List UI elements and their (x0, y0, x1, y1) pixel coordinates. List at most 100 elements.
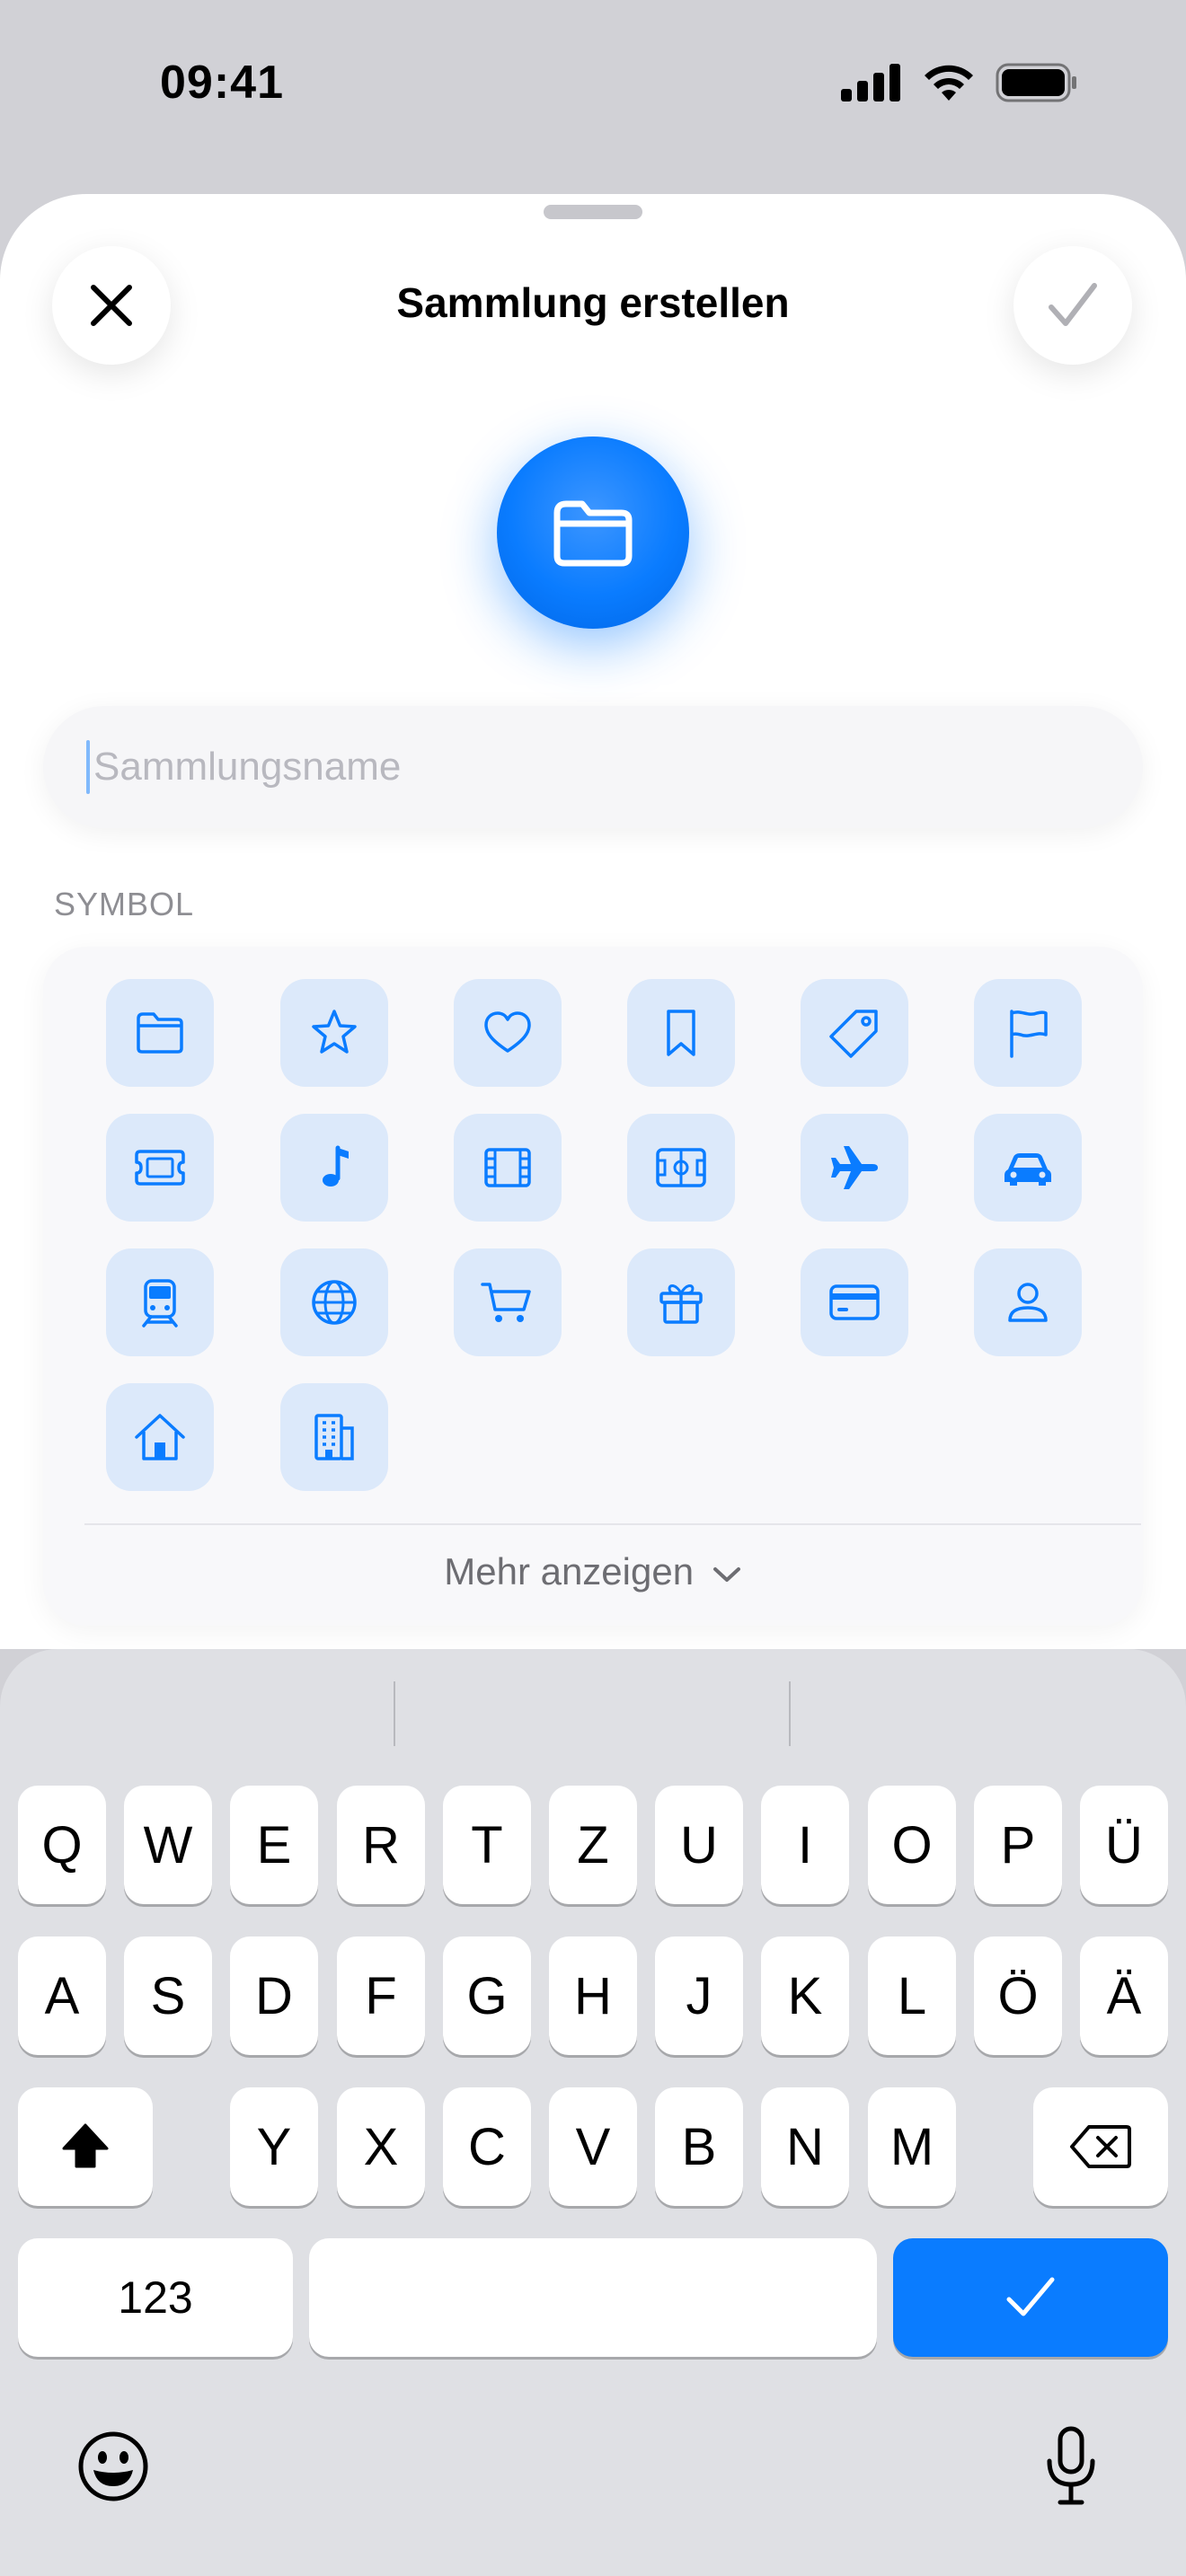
key-c[interactable]: C (443, 2087, 531, 2206)
symbol-tile-gift[interactable] (627, 1248, 735, 1356)
key-r[interactable]: R (337, 1786, 425, 1904)
done-key[interactable] (893, 2238, 1168, 2357)
folder-icon (137, 1012, 183, 1054)
delete-key[interactable] (1033, 2087, 1168, 2206)
collection-name-field[interactable] (43, 706, 1143, 828)
heart-icon (484, 1011, 531, 1053)
key-g[interactable]: G (443, 1936, 531, 2055)
key-u[interactable]: U (655, 1786, 743, 1904)
space-key[interactable] (309, 2238, 877, 2357)
chevron-down-icon (712, 1566, 740, 1582)
bookmark-icon (667, 1010, 695, 1056)
key-k[interactable]: K (761, 1936, 849, 2055)
status-time: 09:41 (160, 57, 284, 109)
delete-backward-icon (1070, 2125, 1131, 2168)
symbol-tile-film[interactable] (454, 1114, 562, 1222)
symbol-card-divider (84, 1523, 1141, 1525)
symbol-tile-bookmark[interactable] (627, 979, 735, 1087)
key-o[interactable]: O (868, 1786, 956, 1904)
symbol-tile-tram[interactable] (106, 1248, 214, 1356)
key-ue[interactable]: Ü (1080, 1786, 1168, 1904)
key-f[interactable]: F (337, 1936, 425, 2055)
credit-card-icon (829, 1284, 880, 1320)
shift-key[interactable] (18, 2087, 153, 2206)
person-icon (1008, 1283, 1048, 1322)
key-j[interactable]: J (655, 1936, 743, 2055)
ticket-icon (135, 1150, 185, 1186)
folder-icon (553, 500, 633, 567)
symbol-tile-globe[interactable] (280, 1248, 388, 1356)
key-w[interactable]: W (124, 1786, 212, 1904)
globe-icon (312, 1280, 357, 1325)
collection-icon-preview[interactable] (497, 437, 689, 629)
show-more-button[interactable]: Mehr anzeigen (0, 1550, 1186, 1593)
symbol-section-label: SYMBOL (54, 886, 195, 922)
flag-icon (1010, 1010, 1048, 1058)
checkmark-icon (1006, 2277, 1055, 2316)
symbol-tile-tag[interactable] (801, 979, 908, 1087)
symbol-tile-airplane[interactable] (801, 1114, 908, 1222)
shift-icon (62, 2123, 109, 2168)
soccer-field-icon (656, 1148, 706, 1187)
symbol-tile-car[interactable] (974, 1114, 1082, 1222)
cellular-signal-icon (841, 64, 900, 101)
key-d[interactable]: D (230, 1936, 318, 2055)
tram-icon (142, 1279, 178, 1328)
key-i[interactable]: I (761, 1786, 849, 1904)
status-icons (841, 63, 1078, 102)
music-note-icon (323, 1145, 349, 1187)
microphone-icon[interactable] (1042, 2425, 1100, 2508)
key-ae[interactable]: Ä (1080, 1936, 1168, 2055)
show-more-label: Mehr anzeigen (444, 1550, 695, 1592)
airplane-icon (831, 1146, 878, 1189)
suggestion-divider (394, 1681, 395, 1746)
key-z[interactable]: Z (549, 1786, 637, 1904)
key-l[interactable]: L (868, 1936, 956, 2055)
key-q[interactable]: Q (18, 1786, 106, 1904)
star-icon (312, 1010, 357, 1054)
symbol-tile-cart[interactable] (454, 1248, 562, 1356)
symbol-tile-heart[interactable] (454, 979, 562, 1087)
key-v[interactable]: V (549, 2087, 637, 2206)
symbol-tile-ticket[interactable] (106, 1114, 214, 1222)
checkmark-icon (1049, 283, 1097, 326)
key-t[interactable]: T (443, 1786, 531, 1904)
sheet-grabber[interactable] (544, 205, 642, 219)
symbol-tile-building[interactable] (280, 1383, 388, 1491)
suggestion-divider (789, 1681, 791, 1746)
key-y[interactable]: Y (230, 2087, 318, 2206)
symbol-tile-music-note[interactable] (280, 1114, 388, 1222)
cart-icon (481, 1283, 531, 1322)
battery-icon (996, 63, 1076, 102)
key-e[interactable]: E (230, 1786, 318, 1904)
tag-icon (829, 1010, 878, 1058)
wifi-icon (925, 65, 973, 101)
car-icon (1005, 1153, 1051, 1186)
key-b[interactable]: B (655, 2087, 743, 2206)
emoji-icon[interactable] (75, 2429, 151, 2504)
collection-name-input[interactable] (92, 744, 1066, 790)
text-caret (86, 740, 90, 794)
symbol-tile-credit-card[interactable] (801, 1248, 908, 1356)
building-icon (314, 1414, 354, 1460)
done-button[interactable] (1013, 246, 1132, 365)
sheet-title: Sammlung erstellen (396, 279, 790, 326)
gift-icon (659, 1284, 703, 1324)
symbol-tile-soccer-field[interactable] (627, 1114, 735, 1222)
key-oe[interactable]: Ö (974, 1936, 1062, 2055)
key-a[interactable]: A (18, 1936, 106, 2055)
symbol-tile-house[interactable] (106, 1383, 214, 1491)
key-n[interactable]: N (761, 2087, 849, 2206)
symbol-tile-folder[interactable] (106, 979, 214, 1087)
symbol-tile-star[interactable] (280, 979, 388, 1087)
key-h[interactable]: H (549, 1936, 637, 2055)
key-x[interactable]: X (337, 2087, 425, 2206)
film-icon (484, 1148, 531, 1187)
key-m[interactable]: M (868, 2087, 956, 2206)
symbol-tile-flag[interactable] (974, 979, 1082, 1087)
numbers-key[interactable]: 123 (18, 2238, 293, 2357)
key-s[interactable]: S (124, 1936, 212, 2055)
house-icon (135, 1414, 185, 1460)
symbol-tile-person[interactable] (974, 1248, 1082, 1356)
key-p[interactable]: P (974, 1786, 1062, 1904)
